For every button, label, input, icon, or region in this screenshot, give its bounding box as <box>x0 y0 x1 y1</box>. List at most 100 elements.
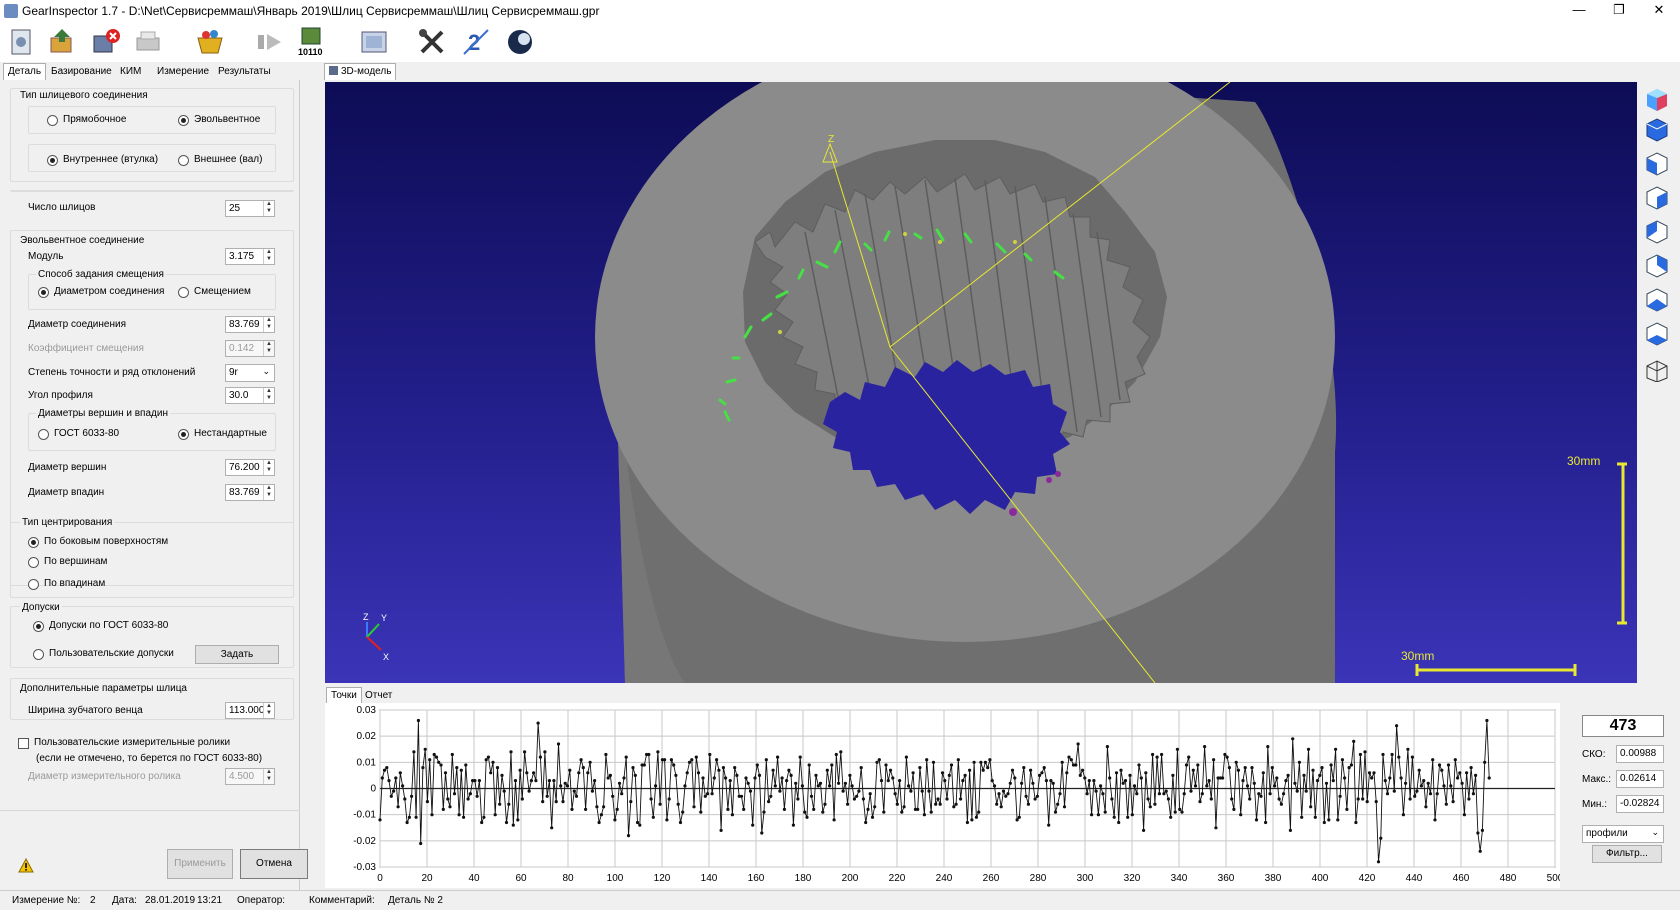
tab-measurement[interactable]: Измерение <box>152 63 214 80</box>
view-left-icon[interactable] <box>1643 252 1671 278</box>
font-size-icon[interactable]: 2 <box>460 26 492 58</box>
view-front-icon[interactable] <box>1643 150 1671 176</box>
gear-open-icon[interactable] <box>6 26 38 58</box>
step-forward-icon[interactable] <box>254 26 286 58</box>
3d-viewport[interactable]: Z 30mm 30mm Z Y X <box>325 82 1637 683</box>
spline-count-input[interactable]: 25 ▲ ▼ <box>225 200 275 217</box>
data-point <box>1345 807 1349 811</box>
data-point <box>719 828 723 832</box>
data-point <box>712 776 716 780</box>
mode-select[interactable]: профили ⌄ <box>1582 825 1664 843</box>
binary-data-icon[interactable]: 10110 <box>296 26 328 58</box>
data-point <box>394 776 398 780</box>
internal-radio[interactable] <box>47 155 58 166</box>
roller-diameter-label: Диаметр измерительного ролика <box>28 771 181 782</box>
data-point <box>1015 818 1019 822</box>
data-point <box>1358 752 1362 757</box>
view-iso-color-icon[interactable] <box>1643 86 1671 112</box>
data-point <box>742 807 746 811</box>
data-point <box>1302 773 1306 777</box>
data-point <box>1257 792 1261 796</box>
external-radio[interactable] <box>178 155 189 166</box>
gear-close-icon[interactable] <box>90 26 122 58</box>
involute-radio[interactable] <box>178 115 189 126</box>
straight-radio[interactable] <box>47 115 58 126</box>
basket-icon[interactable] <box>194 26 226 58</box>
view-perspective-icon[interactable] <box>1643 320 1671 346</box>
data-point <box>545 794 549 798</box>
x-tick-label: 60 <box>515 873 527 884</box>
cancel-button[interactable]: Отмена <box>240 849 308 879</box>
tab-cmm[interactable]: КИМ <box>115 63 146 80</box>
printer-icon[interactable] <box>132 26 164 58</box>
centering-roots-radio[interactable] <box>28 579 39 590</box>
accuracy-select[interactable]: 9r ⌄ <box>225 364 275 382</box>
view-bottom-icon[interactable] <box>1643 286 1671 312</box>
apply-button[interactable]: Применить <box>167 849 233 879</box>
data-point <box>1270 766 1274 770</box>
tab-report[interactable]: Отчет <box>360 687 397 704</box>
data-point <box>977 810 981 814</box>
data-point <box>778 789 782 793</box>
filter-button[interactable]: Фильтр... <box>1592 845 1662 863</box>
roller-diameter-input[interactable]: 4.500 ▲ ▼ <box>225 768 275 785</box>
gear-save-icon[interactable] <box>46 26 78 58</box>
data-point <box>1101 792 1105 796</box>
tab-points[interactable]: Точки <box>326 687 362 704</box>
data-point <box>1148 805 1152 809</box>
tab-3d-model[interactable]: 3D-модель <box>324 63 397 80</box>
by-diameter-radio[interactable] <box>38 287 49 298</box>
by-offset-label: Смещением <box>194 286 251 297</box>
data-point <box>1230 797 1234 801</box>
profile-angle-input[interactable]: 30.0 ▲ ▼ <box>225 387 275 404</box>
detail-panel: Тип шлицевого соединения Прямобочное Эво… <box>0 80 308 890</box>
data-point <box>1058 792 1062 796</box>
view-wireframe-icon[interactable] <box>1643 356 1671 383</box>
connection-diameter-input[interactable]: 83.769 ▲ ▼ <box>225 316 275 333</box>
tools-icon[interactable] <box>416 26 448 58</box>
custom-diameters-radio[interactable] <box>178 429 189 440</box>
spline-type-title: Тип шлицевого соединения <box>20 90 148 101</box>
data-point <box>1372 771 1376 775</box>
view-right-icon[interactable] <box>1643 184 1671 210</box>
by-offset-radio[interactable] <box>178 287 189 298</box>
view-back-icon[interactable] <box>1643 218 1671 244</box>
user-tolerances-radio[interactable] <box>33 649 44 660</box>
data-point <box>626 834 631 838</box>
offset-method-title: Способ задания смещения <box>36 269 166 280</box>
deviation-chart[interactable]: 0 20 40 60 80 100 120 140 160 180 200 220 240 260 280 3… <box>325 703 1564 888</box>
gear-width-input[interactable]: 113.000 ▲ ▼ <box>225 702 275 719</box>
data-point <box>1137 763 1141 767</box>
module-input[interactable]: 3.175 ▲ ▼ <box>225 248 275 265</box>
centering-sides-radio[interactable] <box>28 537 39 548</box>
gost-diameters-radio[interactable] <box>38 429 49 440</box>
view-top-icon[interactable] <box>1643 116 1671 142</box>
tab-results[interactable]: Результаты <box>213 63 276 80</box>
root-diameter-input[interactable]: 83.769 ▲ ▼ <box>225 484 275 501</box>
panel-divider <box>0 810 300 811</box>
tip-diameter-input[interactable]: 76.200 ▲ ▼ <box>225 459 275 476</box>
data-point <box>796 797 800 801</box>
close-button[interactable]: ✕ <box>1636 0 1680 22</box>
gost-tolerances-radio[interactable] <box>33 621 44 632</box>
vertical-scale-bar <box>1617 462 1627 625</box>
set-tolerances-button[interactable]: Задать <box>195 645 279 664</box>
centering-tips-radio[interactable] <box>28 557 39 568</box>
tolerances-title: Допуски <box>20 602 62 613</box>
sphere-icon[interactable] <box>504 26 536 58</box>
tab-basing[interactable]: Базирование <box>46 63 117 80</box>
tab-detail[interactable]: Деталь <box>3 63 47 80</box>
custom-rollers-checkbox[interactable] <box>18 738 29 749</box>
data-point <box>961 779 965 783</box>
data-point <box>687 760 692 764</box>
data-point <box>1275 776 1279 780</box>
data-point <box>776 755 780 759</box>
data-point <box>963 773 967 777</box>
data-point <box>832 818 836 822</box>
data-point <box>1241 779 1245 783</box>
data-point <box>611 794 615 798</box>
data-point <box>1480 828 1484 832</box>
data-point <box>509 750 513 754</box>
offset-coef-input[interactable]: 0.142 ▲ ▼ <box>225 340 275 357</box>
image-view-icon[interactable] <box>358 26 390 58</box>
